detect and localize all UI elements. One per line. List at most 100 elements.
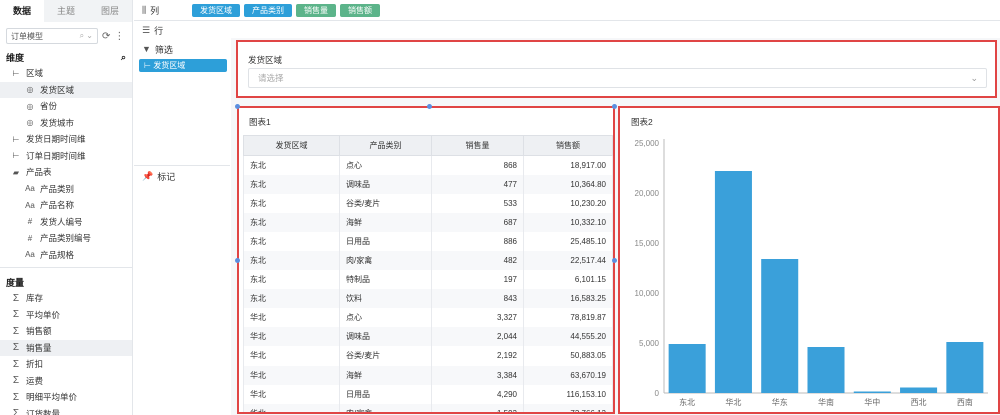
table-cell: 16,583.25 bbox=[523, 289, 613, 309]
dimension-item[interactable]: ◎ 发货城市 bbox=[0, 115, 132, 132]
bar[interactable] bbox=[668, 344, 706, 393]
search-icon[interactable]: ⌕ bbox=[121, 52, 126, 63]
column-pill[interactable]: 销售额 bbox=[340, 4, 380, 17]
dimension-item[interactable]: ⊢ 订单日期时间维 bbox=[0, 148, 132, 165]
table-cell: 东北 bbox=[243, 155, 340, 175]
chart-widget[interactable]: 图表2 0 5,000 10,000 15,000 20,000 25,000 东北 华北 华东… bbox=[618, 106, 1000, 414]
table-cell: 东北 bbox=[243, 289, 340, 309]
measure-item[interactable]: Σ 运费 bbox=[0, 373, 132, 390]
table-header-cell[interactable]: 销售额 bbox=[523, 135, 613, 156]
dimension-item[interactable]: Aa 产品规格 bbox=[0, 247, 132, 264]
sigma-icon: Σ bbox=[12, 358, 20, 370]
columns-shelf[interactable]: 发货区域 产品类别 销售量 销售额 bbox=[192, 4, 380, 17]
table-row: 华北 点心 3,327 78,819.87 bbox=[243, 308, 613, 328]
table-cell: 886 bbox=[431, 231, 524, 251]
globe-icon: ◎ bbox=[26, 118, 34, 128]
text-field-icon: Aa bbox=[25, 200, 35, 210]
measure-item[interactable]: Σ 销售量 bbox=[0, 339, 132, 356]
filter-widget-title: 发货区域 bbox=[248, 55, 283, 65]
resize-handle[interactable] bbox=[427, 104, 432, 109]
sigma-icon: Σ bbox=[12, 309, 20, 321]
dimension-item[interactable]: ⊢ 发货日期时间维 bbox=[0, 131, 132, 148]
bar[interactable] bbox=[807, 347, 845, 393]
dimension-list: ⊢ 区域 ◎ 发货区域 ◎ 省份 ◎ 发货城市 ⊢ 发货日期时间维 ⊢ 订单日期时间维 ▰ 产品表 Aa 产品… bbox=[0, 65, 132, 263]
sigma-icon: Σ bbox=[12, 325, 20, 337]
model-select[interactable]: 订单模型 ⌕ ⌄ bbox=[6, 28, 98, 44]
resize-handle[interactable] bbox=[235, 104, 240, 109]
column-pill[interactable]: 产品类别 bbox=[244, 4, 292, 17]
measure-label: 销售额 bbox=[26, 326, 52, 337]
filter-dropdown-placeholder: 请选择 bbox=[258, 73, 284, 83]
dimension-label: 产品表 bbox=[26, 167, 52, 178]
dimension-label: 区域 bbox=[26, 68, 44, 79]
tab-2[interactable]: 图层 bbox=[88, 0, 132, 22]
bar[interactable] bbox=[714, 171, 752, 393]
table-header-cell[interactable]: 销售量 bbox=[431, 135, 524, 156]
measure-item[interactable]: Σ 明细平均单价 bbox=[0, 389, 132, 406]
dimension-item[interactable]: Aa 产品类别 bbox=[0, 181, 132, 198]
measure-item[interactable]: Σ 销售额 bbox=[0, 323, 132, 340]
bar[interactable] bbox=[900, 387, 938, 394]
table-cell: 1,593 bbox=[431, 403, 524, 412]
table-cell: 73,766.13 bbox=[523, 403, 613, 412]
table-row: 华北 日用品 4,290 116,153.10 bbox=[243, 384, 613, 404]
tab-1[interactable]: 主题 bbox=[44, 0, 88, 22]
dimension-item[interactable]: ◎ 发货区域 bbox=[0, 81, 132, 98]
y-tick-label: 20,000 bbox=[635, 189, 660, 198]
globe-icon: ◎ bbox=[26, 101, 34, 111]
model-select-value: 订单模型 bbox=[11, 31, 43, 41]
table-widget[interactable]: 图表1 发货区域 产品类别 销售量 销售额 东北 点心 868 18,917.00 东北 调味品… bbox=[237, 106, 615, 414]
table-row: 东北 调味品 477 10,364.80 bbox=[243, 174, 613, 194]
dimension-item[interactable]: # 产品类别编号 bbox=[0, 230, 132, 247]
column-pill[interactable]: 发货区域 bbox=[192, 4, 240, 17]
bar[interactable] bbox=[761, 259, 799, 393]
table-cell: 日用品 bbox=[339, 384, 432, 404]
measure-item[interactable]: Σ 订货数量 bbox=[0, 406, 132, 415]
hierarchy-icon: ⊢ bbox=[12, 134, 20, 144]
dimension-item[interactable]: # 发货人编号 bbox=[0, 214, 132, 231]
resize-handle[interactable] bbox=[612, 258, 617, 263]
measure-item[interactable]: Σ 库存 bbox=[0, 290, 132, 307]
dimension-item[interactable]: ▰ 产品表 bbox=[0, 164, 132, 181]
measure-item[interactable]: Σ 平均单价 bbox=[0, 307, 132, 324]
filter-chip[interactable]: ⊢ 发货区域 bbox=[139, 59, 227, 72]
marks-label-text: 标记 bbox=[157, 171, 176, 182]
table-row: 华北 肉/家禽 1,593 73,766.13 bbox=[243, 403, 613, 412]
dimension-label: 订单日期时间维 bbox=[26, 150, 86, 161]
table-cell: 点心 bbox=[339, 308, 432, 328]
tab-0[interactable]: 数据 bbox=[0, 0, 44, 22]
filter-dropdown[interactable]: 请选择 ⌄ bbox=[248, 68, 987, 88]
table-header-cell[interactable]: 发货区域 bbox=[243, 135, 340, 156]
dimension-item[interactable]: ⊢ 区域 bbox=[0, 65, 132, 82]
dimension-label: 产品类别 bbox=[40, 183, 75, 194]
filter-icon: ▼ bbox=[142, 44, 151, 54]
measure-item[interactable]: Σ 折扣 bbox=[0, 356, 132, 373]
table-cell: 肉/家禽 bbox=[339, 403, 432, 412]
filter-widget[interactable]: 发货区域 请选择 ⌄ bbox=[236, 40, 997, 98]
table-cell: 3,384 bbox=[431, 365, 524, 385]
column-pill[interactable]: 销售量 bbox=[296, 4, 336, 17]
table-cell: 肉/家禽 bbox=[339, 250, 432, 271]
hierarchy-icon: ⊢ bbox=[144, 61, 151, 70]
table-row: 华北 谷类/麦片 2,192 50,883.05 bbox=[243, 346, 613, 366]
bar[interactable] bbox=[853, 391, 891, 394]
chevron-down-icon: ⌄ bbox=[970, 73, 978, 83]
table-cell: 197 bbox=[431, 270, 524, 290]
measure-label: 库存 bbox=[26, 293, 44, 304]
more-icon[interactable]: ⋮ bbox=[114, 31, 124, 42]
dimension-item[interactable]: Aa 产品名称 bbox=[0, 197, 132, 214]
table-header-cell[interactable]: 产品类别 bbox=[339, 135, 432, 156]
table-row: 东北 海鲜 687 10,332.10 bbox=[243, 212, 613, 232]
table-cell: 华北 bbox=[243, 346, 340, 366]
search-chevron-icon: ⌕ ⌄ bbox=[79, 31, 93, 40]
measure-list: Σ 库存 Σ 平均单价 Σ 销售额 Σ 销售量 Σ 折扣 Σ 运费 Σ 明细平均单价 Σ 订货数量 bbox=[0, 290, 132, 415]
table-cell: 东北 bbox=[243, 193, 340, 213]
text-field-icon: Aa bbox=[25, 184, 35, 194]
refresh-icon[interactable]: ⟳ bbox=[102, 31, 110, 42]
bar[interactable] bbox=[946, 342, 984, 393]
resize-handle[interactable] bbox=[612, 104, 617, 109]
resize-handle[interactable] bbox=[235, 258, 240, 263]
dimension-item[interactable]: ◎ 省份 bbox=[0, 98, 132, 115]
dimensions-header: 维度 ⌕ bbox=[0, 49, 132, 65]
measure-label: 平均单价 bbox=[26, 309, 61, 320]
